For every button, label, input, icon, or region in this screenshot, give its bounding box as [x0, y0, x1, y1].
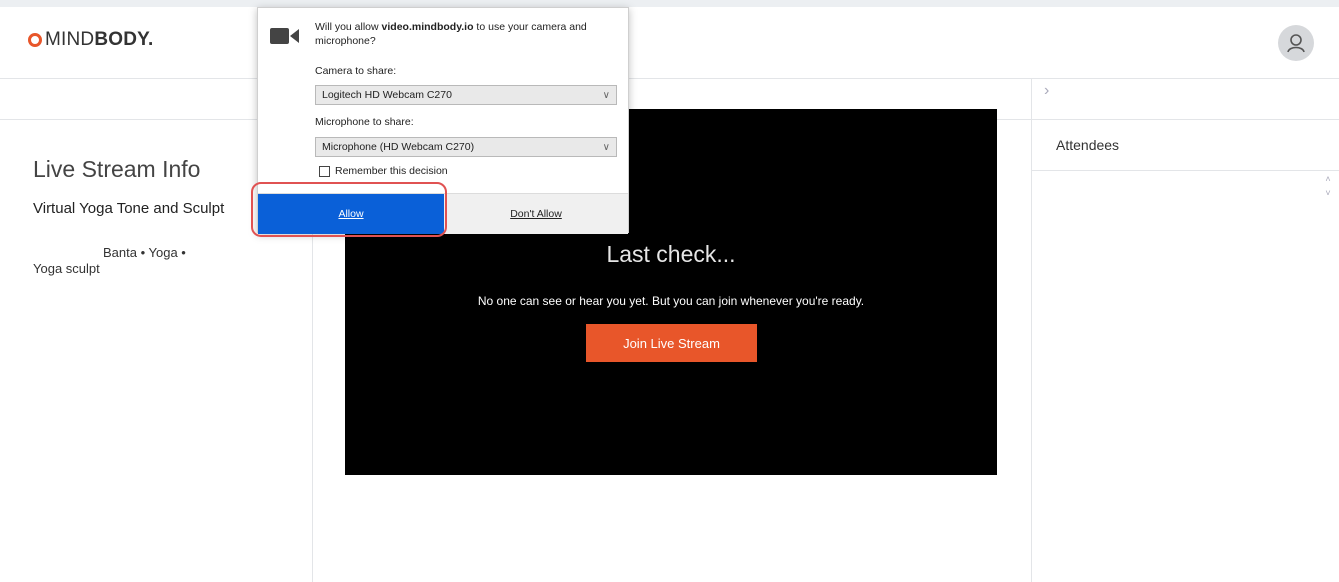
- logo-text-light: MIND: [45, 29, 95, 50]
- microphone-select[interactable]: Microphone (HD Webcam C270) ∨: [315, 137, 617, 157]
- logo-text-bold: BODY.: [94, 29, 154, 50]
- chevron-down-icon: ∨: [602, 141, 610, 153]
- chevron-right-icon[interactable]: ›: [1044, 82, 1049, 100]
- chevron-down-icon: ∨: [602, 89, 610, 101]
- join-info-text: No one can see or hear you yet. But you …: [477, 294, 865, 308]
- allow-button[interactable]: Allow: [258, 194, 444, 234]
- user-avatar-icon[interactable]: [1278, 25, 1314, 61]
- microphone-select-value: Microphone (HD Webcam C270): [322, 141, 475, 153]
- remember-label: Remember this decision: [335, 165, 448, 177]
- camera-icon: [270, 28, 299, 44]
- mindbody-logo[interactable]: MIND BODY.: [28, 29, 153, 51]
- camera-select-value: Logitech HD Webcam C270: [322, 89, 452, 101]
- top-navigation-bar: MIND BODY.: [0, 0, 1339, 78]
- tags-line-2: Yoga sculpt: [33, 261, 100, 276]
- dialog-button-row: Allow Don't Allow: [258, 193, 628, 234]
- camera-label: Camera to share:: [315, 65, 397, 77]
- permission-question: Will you allow video.mindbody.io to use …: [315, 20, 615, 48]
- scroll-down-icon[interactable]: ˅: [1322, 186, 1334, 200]
- class-name: Virtual Yoga Tone and Sculpt: [33, 200, 225, 217]
- join-live-stream-button[interactable]: Join Live Stream: [586, 324, 757, 362]
- logo-circle-icon: [28, 33, 42, 47]
- scroll-up-icon[interactable]: ˄: [1322, 172, 1334, 186]
- question-prefix: Will you allow: [315, 21, 382, 33]
- header-divider: [0, 78, 1339, 79]
- remember-checkbox[interactable]: [319, 165, 330, 177]
- camera-permission-dialog: Will you allow video.mindbody.io to use …: [257, 7, 629, 234]
- remember-decision-row[interactable]: Remember this decision: [319, 165, 448, 177]
- dont-allow-button[interactable]: Don't Allow: [444, 194, 628, 234]
- user-outline-icon: [1287, 34, 1305, 53]
- right-panel-divider: [1031, 78, 1032, 582]
- microphone-label: Microphone to share:: [315, 116, 414, 128]
- camera-select[interactable]: Logitech HD Webcam C270 ∨: [315, 85, 617, 105]
- attendees-label: Attendees: [1056, 137, 1120, 153]
- last-check-heading: Last check...: [606, 241, 736, 267]
- question-domain: video.mindbody.io: [381, 21, 474, 33]
- attendees-divider: [1031, 170, 1339, 171]
- live-stream-info-title: Live Stream Info: [33, 156, 201, 182]
- attendees-scrollbar[interactable]: ˄ ˅: [1322, 172, 1334, 200]
- tags-line-1: Banta • Yoga •: [103, 245, 186, 260]
- class-tags: Banta • Yoga • Yoga sculpt: [33, 245, 233, 277]
